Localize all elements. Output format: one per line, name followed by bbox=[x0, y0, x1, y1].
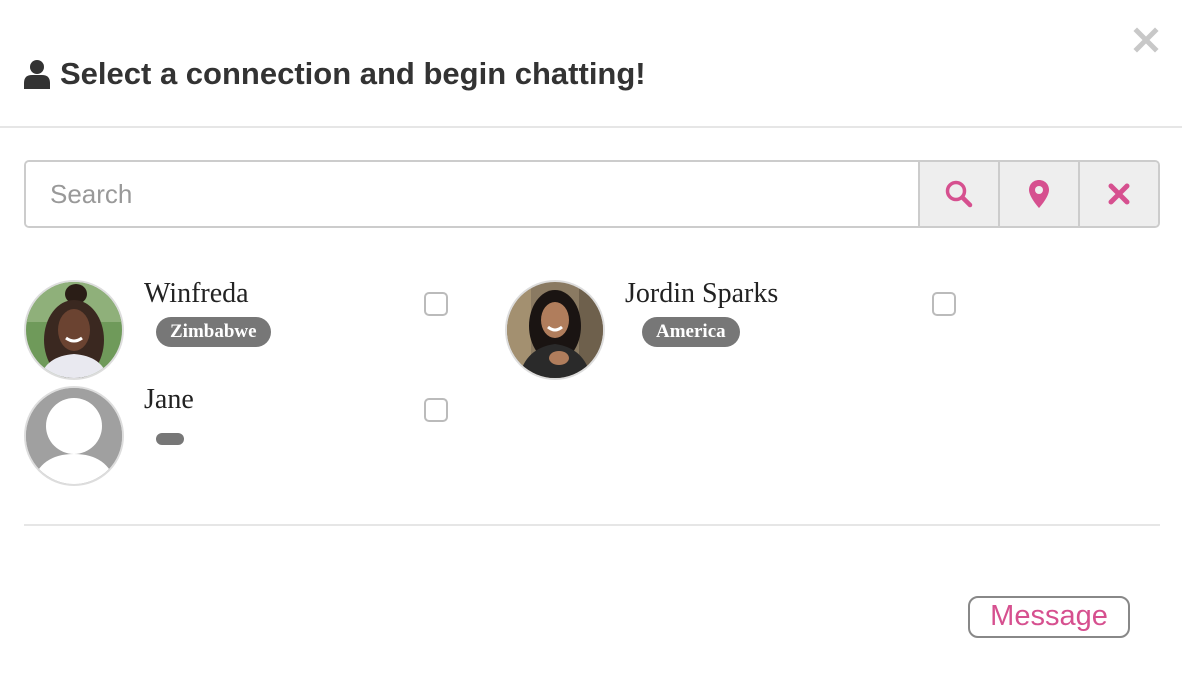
search-bar bbox=[24, 160, 1160, 228]
search-button[interactable] bbox=[918, 162, 998, 226]
modal-title-text: Select a connection and begin chatting! bbox=[60, 56, 646, 91]
contact-item: Jordin Sparks America bbox=[505, 278, 965, 380]
modal-title: Select a connection and begin chatting! bbox=[24, 56, 646, 92]
footer-divider bbox=[24, 524, 1160, 526]
avatar-photo bbox=[507, 282, 603, 378]
location-badge: Zimbabwe bbox=[156, 317, 271, 347]
default-avatar-icon bbox=[26, 388, 122, 484]
contact-checkbox[interactable] bbox=[932, 292, 956, 316]
modal-header: Select a connection and begin chatting! bbox=[0, 0, 1182, 128]
location-badge bbox=[156, 433, 184, 445]
map-marker-icon bbox=[1029, 180, 1049, 208]
contact-checkbox[interactable] bbox=[424, 292, 448, 316]
contact-name: Jane bbox=[144, 384, 194, 415]
location-badge: America bbox=[642, 317, 740, 347]
contact-item: Winfreda Zimbabwe bbox=[24, 278, 464, 380]
contact-name: Winfreda bbox=[144, 278, 249, 309]
connection-modal: Select a connection and begin chatting! bbox=[0, 0, 1182, 688]
search-input[interactable] bbox=[26, 162, 918, 226]
contact-checkbox[interactable] bbox=[424, 398, 448, 422]
avatar[interactable] bbox=[505, 280, 605, 380]
contact-name: Jordin Sparks bbox=[625, 278, 779, 309]
user-icon bbox=[24, 60, 50, 89]
clear-search-button[interactable] bbox=[1078, 162, 1158, 226]
location-button[interactable] bbox=[998, 162, 1078, 226]
avatar-photo bbox=[26, 282, 122, 378]
search-icon bbox=[945, 180, 973, 208]
message-button[interactable]: Message bbox=[968, 596, 1130, 638]
avatar[interactable] bbox=[24, 386, 124, 486]
avatar[interactable] bbox=[24, 280, 124, 380]
clear-icon bbox=[1108, 183, 1130, 205]
contact-item: Jane bbox=[24, 384, 464, 486]
